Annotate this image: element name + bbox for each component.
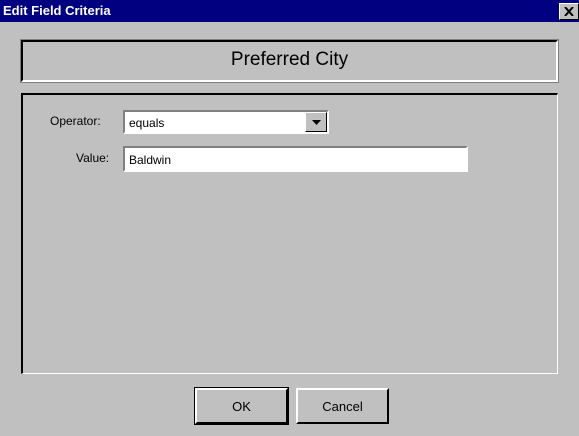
value-label: Value: (76, 151, 110, 165)
operator-select[interactable]: equals (123, 110, 329, 134)
operator-label: Operator: (50, 114, 101, 128)
criteria-panel (21, 93, 558, 374)
close-icon (564, 7, 574, 16)
chevron-down-icon (311, 119, 321, 125)
field-name-panel: Preferred City (20, 39, 559, 83)
close-button[interactable] (559, 3, 579, 20)
value-input[interactable]: Baldwin (123, 146, 468, 172)
cancel-button[interactable]: Cancel (296, 388, 389, 424)
operator-selected-value: equals (129, 116, 165, 130)
dialog-title: Edit Field Criteria (3, 3, 111, 18)
edit-field-criteria-dialog: Edit Field Criteria Preferred City Opera… (0, 0, 579, 436)
operator-dropdown-button[interactable] (305, 112, 327, 132)
title-bar[interactable]: Edit Field Criteria (0, 0, 579, 22)
field-name-heading: Preferred City (230, 49, 349, 70)
ok-button[interactable]: OK (194, 387, 289, 425)
